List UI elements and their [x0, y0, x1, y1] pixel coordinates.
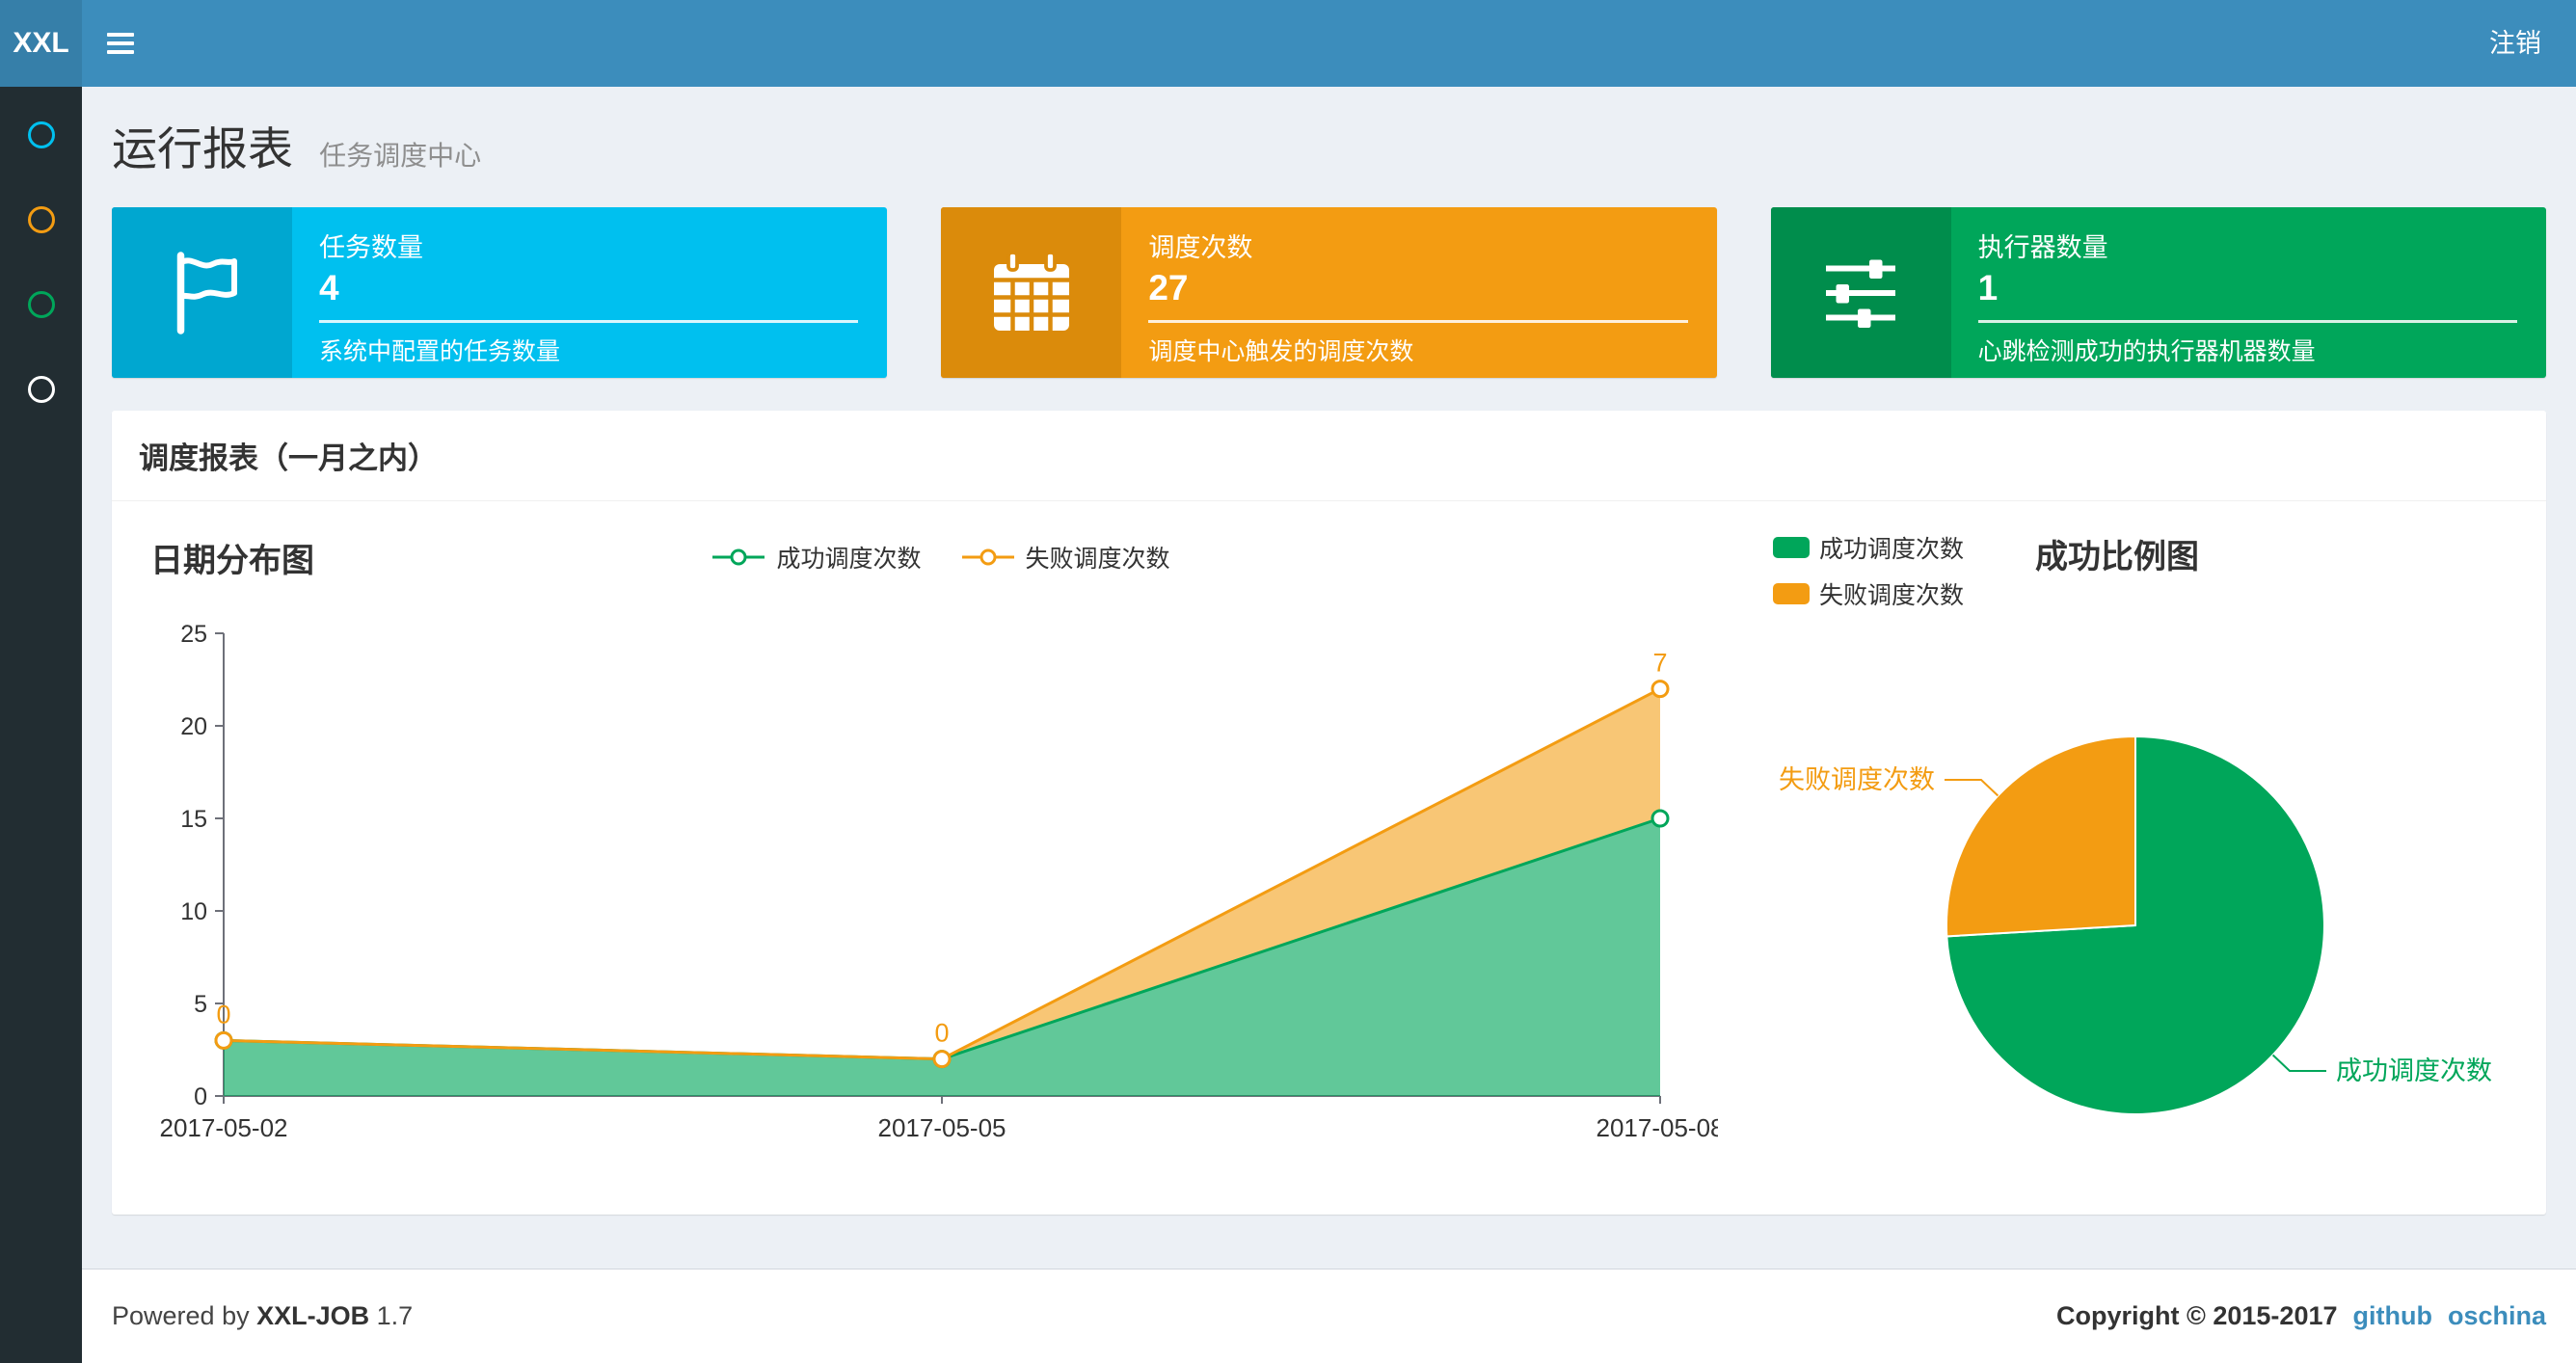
sidebar-item-2[interactable] — [0, 177, 82, 262]
pie-chart-header: 成功调度次数 失败调度次数 成功比例图 — [1773, 530, 2540, 611]
flag-icon — [176, 251, 237, 334]
logout-link[interactable]: 注销 — [2455, 0, 2576, 87]
page-title: 运行报表 — [112, 123, 293, 174]
point-label: 0 — [216, 1000, 230, 1029]
info-box-icon-area — [941, 207, 1122, 378]
main-content: 运行报表 任务调度中心 任务数量 4 系统中配置的任务数量 调度次数 27 调度… — [82, 87, 2576, 1269]
y-axis-label: 20 — [180, 713, 207, 740]
charts-row: 日期分布图 成功调度次数 失败调度次数 0 5 10 15 20 25 2017-05-02 2… — [112, 501, 2546, 1215]
info-box-row: 任务数量 4 系统中配置的任务数量 调度次数 27 调度中心触发的调度次数 执行… — [82, 178, 2576, 378]
copyright-text: Copyright © 2015-2017 — [2055, 1301, 2338, 1330]
sidebar-item-4[interactable] — [0, 347, 82, 432]
powered-prefix: Powered by — [112, 1301, 250, 1330]
footer-right: Copyright © 2015-2017 github oschina — [2056, 1301, 2546, 1331]
info-box-body: 执行器数量 1 心跳检测成功的执行器机器数量 — [1951, 207, 2546, 378]
calendar-icon — [993, 250, 1069, 331]
x-axis-label: 2017-05-05 — [878, 1113, 1006, 1142]
legend-line-marker-icon — [961, 548, 1014, 566]
info-box-icon-area — [1770, 207, 1951, 378]
date-distribution-chart: 日期分布图 成功调度次数 失败调度次数 0 5 10 15 20 25 2017-05-02 2… — [118, 519, 1750, 1176]
pie-label-line — [2271, 1054, 2326, 1072]
info-box-body: 任务数量 4 系统中配置的任务数量 — [292, 207, 887, 378]
circle-icon — [27, 291, 55, 318]
line-legend-item-0[interactable]: 成功调度次数 — [711, 540, 922, 575]
content-header: 运行报表 任务调度中心 — [82, 87, 2576, 178]
data-point[interactable] — [214, 1030, 233, 1050]
legend-label: 失败调度次数 — [1819, 582, 1965, 609]
legend-label: 成功调度次数 — [1819, 536, 1965, 563]
pie-chart-svg[interactable]: 成功调度次数 失败调度次数 — [1750, 636, 2540, 1176]
y-axis-label: 25 — [180, 621, 207, 648]
data-point[interactable] — [1650, 809, 1670, 828]
pie-chart-title: 成功比例图 — [2035, 539, 2200, 575]
info-box-jobs: 任务数量 4 系统中配置的任务数量 — [112, 207, 888, 378]
info-box-title: 调度次数 — [1148, 233, 1253, 262]
x-axis-label: 2017-05-08 — [1597, 1113, 1719, 1142]
sidebar — [0, 87, 82, 1363]
report-panel: 调度报表（一月之内） 日期分布图 成功调度次数 失败调度次数 0 5 10 15 20 25… — [112, 411, 2546, 1215]
navbar-spacer — [159, 0, 2455, 87]
hamburger-icon — [107, 34, 134, 53]
legend-label: 成功调度次数 — [776, 546, 922, 573]
github-link[interactable]: github — [2353, 1301, 2432, 1331]
app-name: XXL-JOB — [256, 1301, 370, 1330]
y-axis-label: 15 — [180, 806, 207, 833]
info-box-triggers: 调度次数 27 调度中心触发的调度次数 — [941, 207, 1717, 378]
legend-line-marker-icon — [712, 548, 765, 566]
app-version: 1.7 — [376, 1301, 414, 1330]
pie-legend-item-0[interactable]: 成功调度次数 — [1773, 530, 1964, 565]
x-axis-label: 2017-05-02 — [160, 1113, 288, 1142]
info-box-icon-area — [112, 207, 292, 378]
pie-label-line — [1945, 779, 1999, 797]
info-box-title: 任务数量 — [319, 233, 423, 262]
info-box-number: 27 — [1148, 268, 1189, 307]
line-chart-header: 日期分布图 成功调度次数 失败调度次数 — [150, 530, 1731, 586]
data-point[interactable] — [932, 1050, 952, 1069]
footer: Powered by XXL-JOB 1.7 Copyright © 2015-… — [82, 1269, 2576, 1363]
info-box-description: 系统中配置的任务数量 — [319, 338, 561, 365]
info-box-divider — [1148, 320, 1688, 323]
legend-swatch-icon — [1773, 537, 1810, 558]
footer-powered-by: Powered by XXL-JOB 1.7 — [112, 1301, 413, 1331]
line-legend-item-1[interactable]: 失败调度次数 — [960, 540, 1170, 575]
legend-swatch-icon — [1773, 583, 1810, 604]
point-label: 0 — [934, 1019, 949, 1048]
sidebar-toggle-button[interactable] — [82, 0, 159, 87]
top-navbar: XXL 注销 — [0, 0, 2576, 87]
legend-label: 失败调度次数 — [1025, 546, 1170, 573]
circle-icon — [27, 376, 55, 403]
info-box-number: 4 — [319, 268, 339, 307]
app-logo[interactable]: XXL — [0, 0, 82, 87]
pie-legend-item-1[interactable]: 失败调度次数 — [1773, 576, 1964, 611]
oschina-link[interactable]: oschina — [2448, 1301, 2546, 1331]
pie-label: 失败调度次数 — [1779, 765, 1935, 794]
pie-chart-legend: 成功调度次数 失败调度次数 — [1773, 530, 1964, 611]
info-box-body: 调度次数 27 调度中心触发的调度次数 — [1121, 207, 1716, 378]
pie-slice-1[interactable] — [1945, 735, 2136, 938]
info-box-description: 调度中心触发的调度次数 — [1148, 338, 1414, 365]
y-axis-label: 10 — [180, 898, 207, 925]
info-box-title: 执行器数量 — [1977, 233, 2108, 262]
info-box-number: 1 — [1977, 268, 1999, 307]
circle-icon — [27, 121, 55, 148]
point-label: 7 — [1652, 649, 1667, 678]
panel-title: 调度报表（一月之内） — [112, 411, 2546, 501]
success-ratio-chart: 成功调度次数 失败调度次数 成功比例图 成功调度次数 失败调度次数 — [1750, 519, 2540, 1176]
line-chart-svg[interactable]: 05101520252017-05-02 2017-05-05 2017-05-08… — [118, 590, 1719, 1149]
info-box-executors: 执行器数量 1 心跳检测成功的执行器机器数量 — [1770, 207, 2546, 378]
y-axis-label: 5 — [194, 991, 207, 1018]
circle-icon — [27, 206, 55, 233]
info-box-divider — [319, 320, 859, 323]
page-subtitle: 任务调度中心 — [319, 141, 482, 171]
sliders-icon — [1826, 259, 1896, 328]
sidebar-item-1[interactable] — [0, 93, 82, 177]
data-point[interactable] — [1650, 680, 1670, 699]
sidebar-item-3[interactable] — [0, 262, 82, 347]
info-box-divider — [1977, 320, 2517, 323]
pie-label: 成功调度次数 — [2336, 1056, 2492, 1085]
info-box-description: 心跳检测成功的执行器机器数量 — [1977, 338, 2316, 365]
y-axis-label: 0 — [194, 1083, 207, 1110]
line-chart-legend: 成功调度次数 失败调度次数 — [150, 540, 1731, 575]
